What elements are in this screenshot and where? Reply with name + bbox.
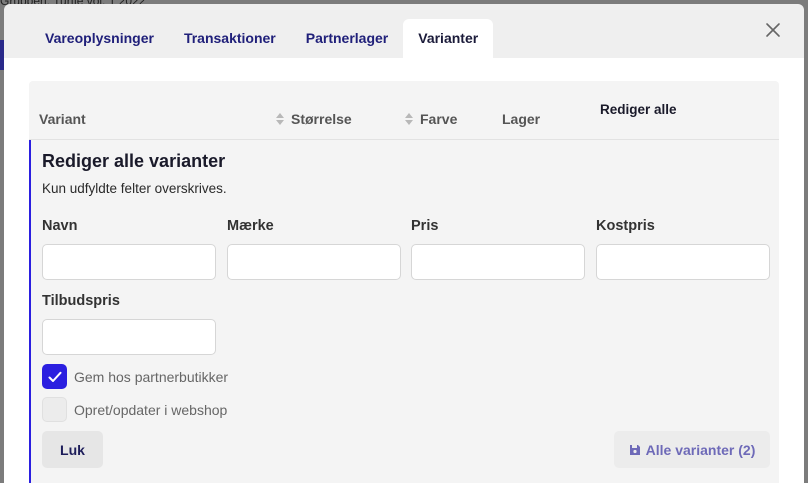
close-edit-button[interactable]: Luk: [42, 431, 103, 468]
edit-all-section: Rediger alle varianter Kun udfyldte felt…: [29, 140, 779, 483]
save-icon: [629, 444, 640, 455]
apply-all-variants-label: Alle varianter (2): [645, 441, 756, 458]
tab-vareoplysninger[interactable]: Vareoplysninger: [30, 19, 169, 58]
product-modal: Vareoplysninger Transaktioner Partnerlag…: [4, 4, 804, 483]
close-icon: [766, 23, 780, 37]
edit-all-title: Rediger alle varianter: [42, 151, 226, 171]
column-size[interactable]: Størrelse: [275, 111, 352, 127]
column-variant: Variant: [39, 111, 86, 127]
name-field[interactable]: [42, 244, 216, 280]
webshop-label: Opret/opdater i webshop: [74, 401, 228, 418]
brand-label: Mærke: [227, 218, 274, 234]
checkmark-icon: [48, 371, 61, 382]
variants-panel: Variant Størrelse Farve Lager Rediger al…: [4, 58, 804, 483]
price-label: Pris: [411, 218, 439, 234]
edit-all-link[interactable]: Rediger alle: [600, 102, 677, 117]
webshop-checkbox-row[interactable]: Opret/opdater i webshop: [42, 397, 227, 422]
save-partner-checkbox-row[interactable]: Gem hos partnerbutikker: [42, 364, 228, 389]
sort-icon: [276, 113, 284, 125]
offer-price-field[interactable]: [42, 319, 216, 355]
name-label: Navn: [42, 218, 78, 234]
tab-transaktioner[interactable]: Transaktioner: [169, 19, 291, 58]
tab-bar: Vareoplysninger Transaktioner Partnerlag…: [30, 19, 494, 58]
apply-all-variants-button[interactable]: Alle varianter (2): [614, 431, 770, 468]
column-color[interactable]: Farve: [404, 111, 457, 127]
variants-table: Variant Størrelse Farve Lager Rediger al…: [29, 81, 779, 483]
save-partner-label: Gem hos partnerbutikker: [74, 368, 229, 385]
cost-price-label: Kostpris: [596, 218, 655, 234]
cost-price-field[interactable]: [596, 244, 770, 280]
tab-partnerlager[interactable]: Partnerlager: [291, 19, 403, 58]
save-partner-checkbox[interactable]: [42, 364, 67, 389]
column-stock: Lager: [502, 111, 541, 127]
column-size-label: Størrelse: [291, 111, 352, 127]
offer-price-label: Tilbudspris: [42, 293, 120, 309]
price-field[interactable]: [411, 244, 585, 280]
webshop-checkbox[interactable]: [42, 397, 67, 422]
sort-icon: [405, 113, 413, 125]
tab-varianter[interactable]: Varianter: [403, 19, 494, 58]
close-button[interactable]: [762, 19, 784, 41]
column-color-label: Farve: [420, 111, 458, 127]
table-header: Variant Størrelse Farve Lager Rediger al…: [29, 81, 779, 140]
brand-field[interactable]: [227, 244, 401, 280]
edit-all-subtitle: Kun udfyldte felter overskrives.: [42, 181, 227, 196]
